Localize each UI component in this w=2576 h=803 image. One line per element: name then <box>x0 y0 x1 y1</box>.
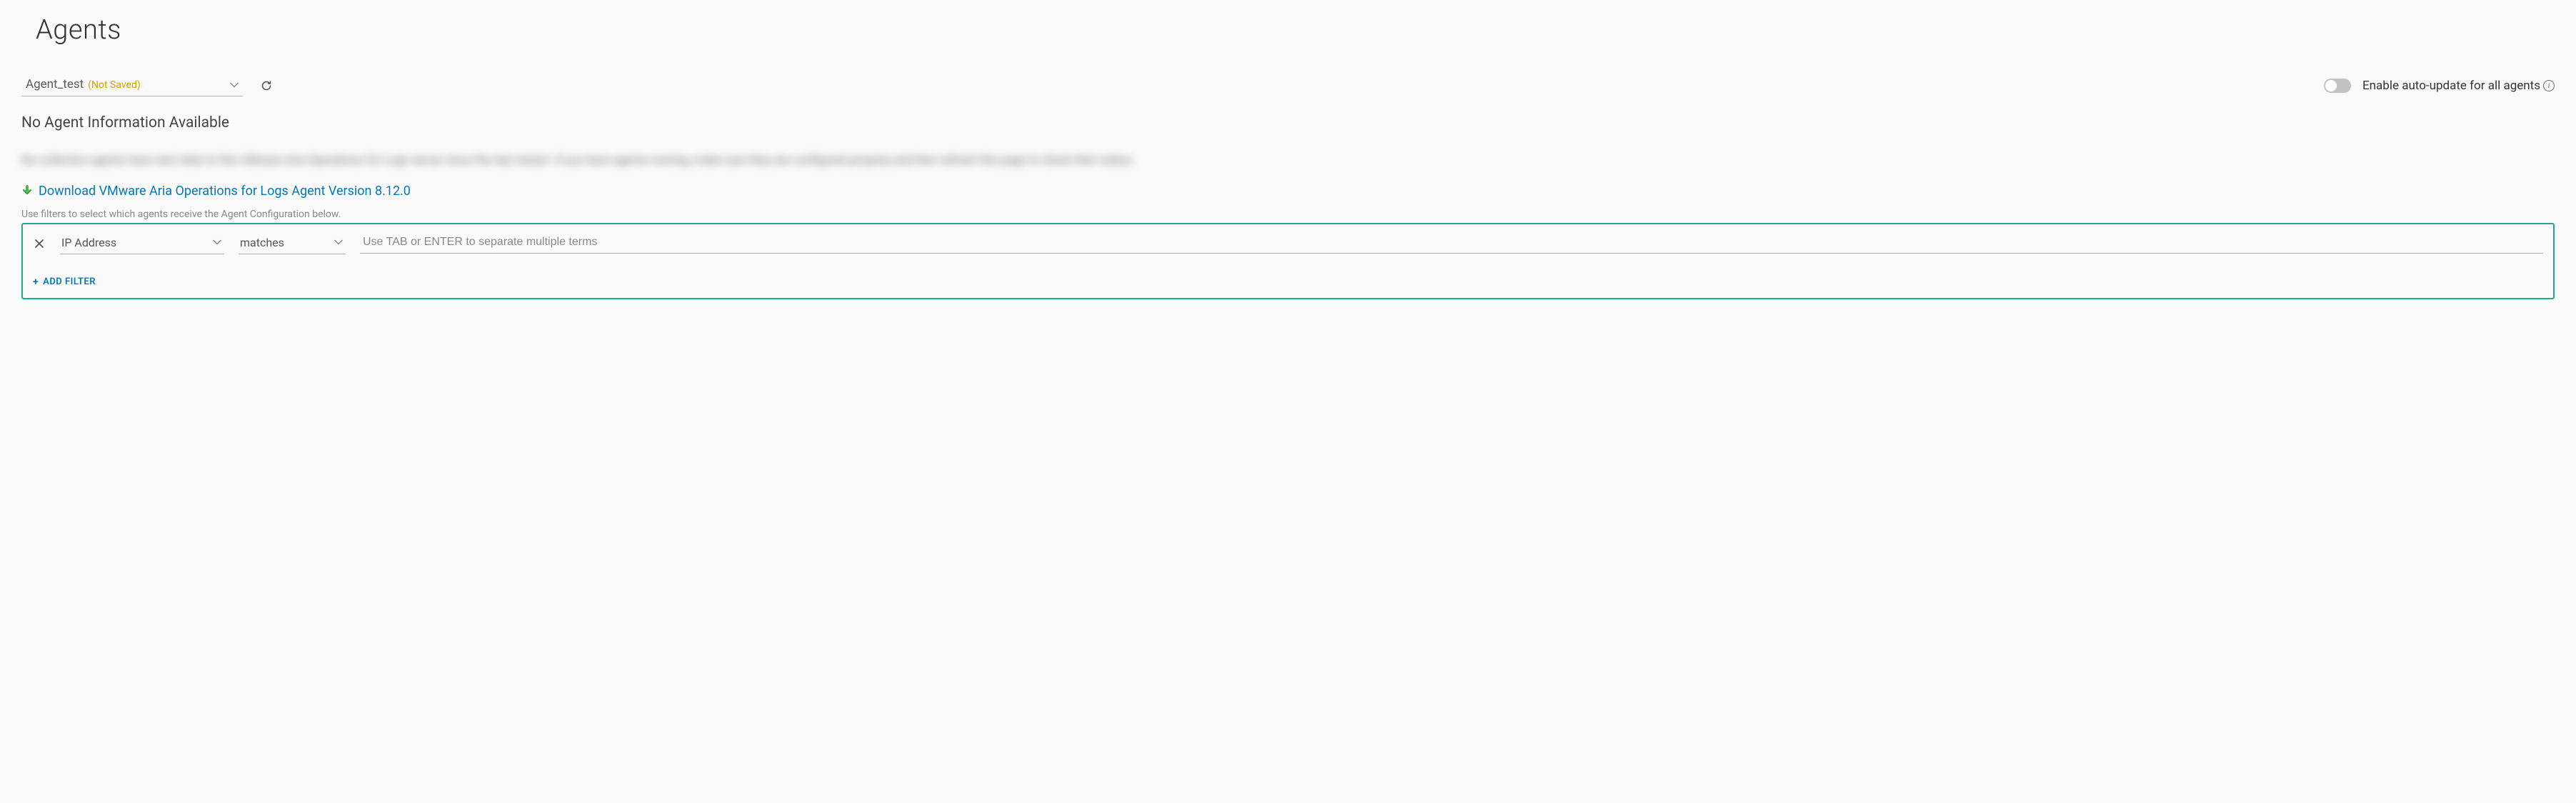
agent-group-name: Agent_test <box>26 77 84 91</box>
refresh-icon[interactable] <box>261 80 272 91</box>
filter-value-input[interactable] <box>360 233 2543 254</box>
filter-field-value: IP Address <box>61 236 116 249</box>
filter-operator-select[interactable]: matches <box>239 233 346 254</box>
page-title: Agents <box>36 14 2555 46</box>
filter-row: IP Address matches <box>33 233 2543 254</box>
download-agent-link[interactable]: Download VMware Aria Operations for Logs… <box>39 184 411 199</box>
agent-group-select[interactable]: Agent_test (Not Saved) <box>21 74 243 96</box>
remove-filter-button[interactable] <box>33 239 46 249</box>
add-filter-label: ADD FILTER <box>43 276 96 287</box>
filter-panel: IP Address matches + ADD FILTER <box>21 223 2555 299</box>
agent-group-status: (Not Saved) <box>88 79 141 91</box>
auto-update-label: Enable auto-update for all agents i <box>2362 79 2555 93</box>
download-row: Download VMware Aria Operations for Logs… <box>21 184 2555 199</box>
add-filter-button[interactable]: + ADD FILTER <box>33 276 96 288</box>
filter-operator-value: matches <box>240 236 284 249</box>
filter-field-select[interactable]: IP Address <box>60 233 224 254</box>
chevron-down-icon <box>334 239 343 245</box>
chevron-down-icon <box>213 239 221 245</box>
no-agent-info-message: No Agent Information Available <box>21 114 2555 131</box>
download-icon <box>21 185 33 196</box>
auto-update-label-text: Enable auto-update for all agents <box>2362 79 2540 93</box>
top-controls-row: Agent_test (Not Saved) Enable auto-updat… <box>21 74 2555 96</box>
toggle-knob <box>2325 80 2337 91</box>
auto-update-toggle[interactable] <box>2324 79 2351 93</box>
plus-icon: + <box>33 276 39 288</box>
filter-hint-text: Use filters to select which agents recei… <box>21 209 2555 220</box>
blurred-help-text: No collection agents have sent data to t… <box>21 149 2555 171</box>
top-controls-left: Agent_test (Not Saved) <box>21 74 272 96</box>
chevron-down-icon <box>230 82 239 88</box>
info-icon[interactable]: i <box>2543 80 2555 91</box>
top-controls-right: Enable auto-update for all agents i <box>2324 79 2555 93</box>
